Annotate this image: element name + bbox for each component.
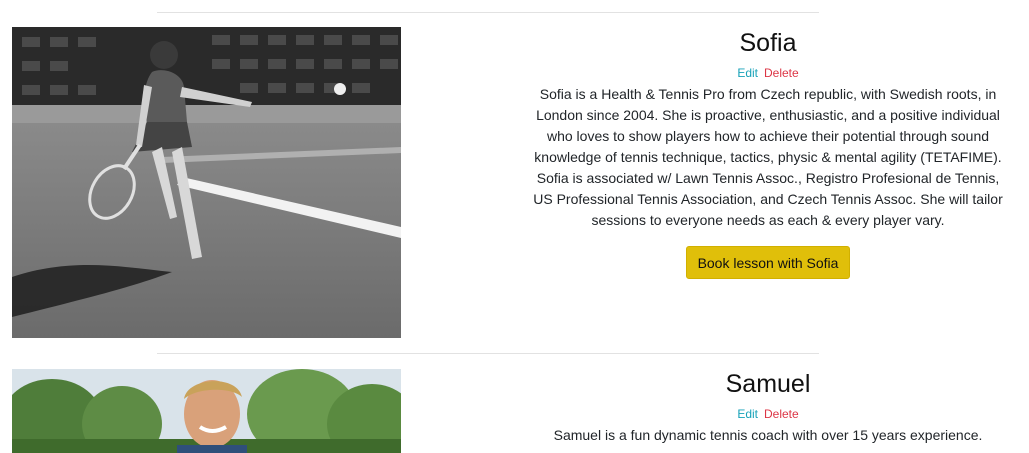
coach-bio: Samuel is a fun dynamic tennis coach wit…	[553, 427, 983, 443]
section-divider	[157, 353, 819, 354]
coach-portrait-photo	[12, 369, 401, 453]
tennis-player-photo	[12, 27, 401, 338]
coach-info-sofia: Sofia Edit Delete Sofia is a Health & Ten…	[528, 28, 1008, 279]
coach-photo-samuel	[12, 369, 401, 453]
book-lesson-button[interactable]: Book lesson with Sofia	[685, 246, 851, 279]
coach-bio: Sofia is a Health & Tennis Pro from Czec…	[533, 86, 1003, 228]
coach-actions: Edit Delete	[528, 66, 1008, 80]
coach-name: Sofia	[739, 29, 797, 57]
coach-info-samuel: Samuel Edit Delete Samuel is a fun dynami…	[528, 369, 1008, 446]
coach-name: Samuel	[725, 370, 811, 398]
delete-link[interactable]: Delete	[764, 407, 799, 421]
coach-actions: Edit Delete	[528, 407, 1008, 421]
edit-link[interactable]: Edit	[737, 407, 758, 421]
coach-photo-sofia	[12, 27, 401, 338]
section-divider	[157, 12, 819, 13]
delete-link[interactable]: Delete	[764, 66, 799, 80]
edit-link[interactable]: Edit	[737, 66, 758, 80]
